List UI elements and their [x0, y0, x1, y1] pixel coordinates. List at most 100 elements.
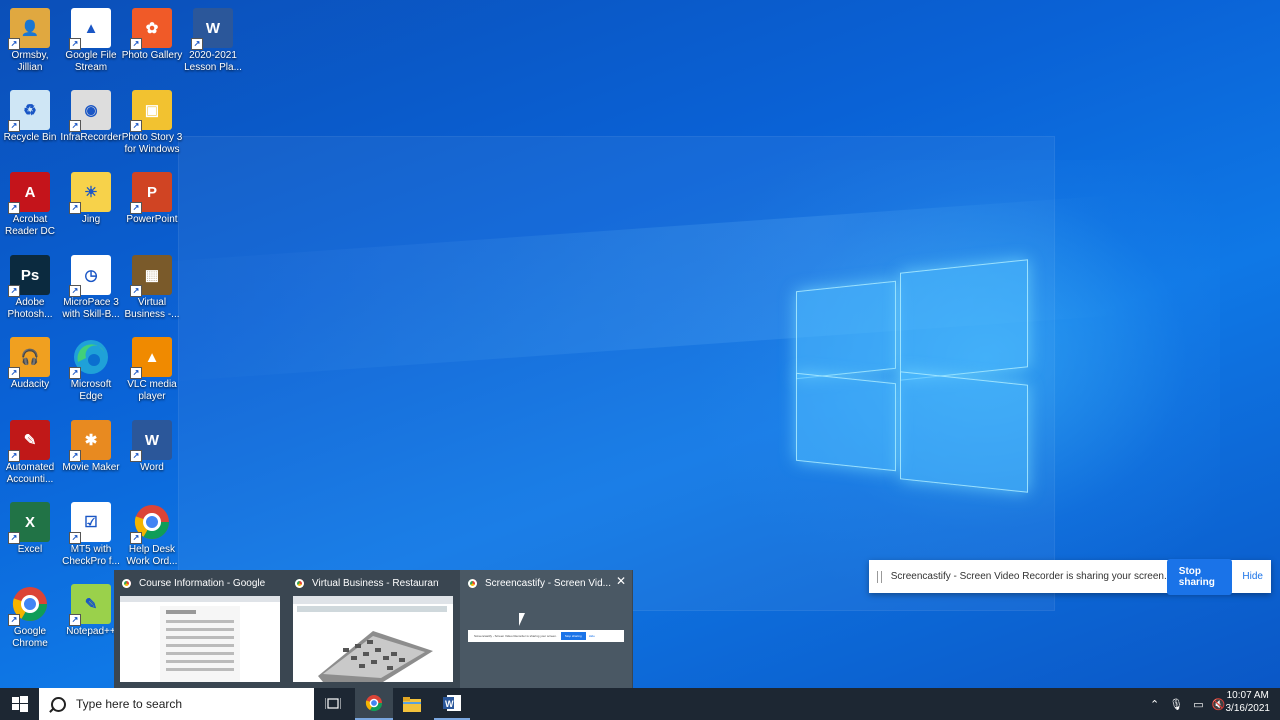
desktop-icon-label: VLC media player	[127, 379, 177, 402]
desktop-icon-label: Notepad++	[66, 626, 116, 637]
desktop-icon[interactable]: A ↗ Acrobat Reader DC	[0, 172, 60, 238]
desktop-icon[interactable]: 🎧 ↗ Audacity	[0, 337, 60, 391]
excel-icon: X ↗	[8, 502, 50, 544]
chrome-icon	[122, 578, 131, 588]
desktop-icon[interactable]: W ↗ Word	[122, 420, 182, 474]
recycle-bin-icon: ♻ ↗	[8, 90, 50, 132]
audacity-icon: 🎧 ↗	[8, 337, 50, 379]
desktop-icon-label: Google File Stream	[65, 50, 117, 73]
preview-virtual-business[interactable]: Virtual Business - Restaurant M...	[287, 570, 459, 688]
desktop-icon-label: Help Desk Work Ord...	[126, 544, 178, 567]
virtual-business-icon: ▦ ↗	[130, 255, 172, 297]
shortcut-arrow-icon: ↗	[8, 367, 20, 379]
shortcut-arrow-icon: ↗	[130, 120, 142, 132]
volume-muted-icon[interactable]: 🔇	[1212, 698, 1226, 711]
user-folder-icon: 👤 ↗	[8, 8, 50, 50]
network-icon[interactable]: ▭	[1193, 698, 1203, 711]
desktop-icon[interactable]: ▲ ↗ Google File Stream	[61, 8, 121, 74]
shortcut-arrow-icon: ↗	[69, 367, 81, 379]
chrome-taskbar-preview: Course Information - Google C... Virtual…	[114, 570, 633, 688]
desktop-icon[interactable]: X ↗ Excel	[0, 502, 60, 556]
stop-sharing-button[interactable]: Stop sharing	[1166, 558, 1233, 595]
desktop-icon[interactable]: ▦ ↗ Virtual Business -...	[122, 255, 182, 321]
chrome-icon	[295, 578, 304, 588]
acrobat-icon: A ↗	[8, 172, 50, 214]
desktop-icon[interactable]: ▲ ↗ VLC media player	[122, 337, 182, 403]
desktop-icon[interactable]: P ↗ PowerPoint	[122, 172, 182, 226]
desktop-icon[interactable]: ◷ ↗ MicroPace 3 with Skill-B...	[61, 255, 121, 321]
preview-thumbnail	[120, 596, 280, 682]
preview-thumbnail: Screencastify - Screen Video Recorder is…	[466, 596, 626, 682]
desktop-icon-label: Google Chrome	[12, 626, 48, 649]
shortcut-arrow-icon: ↗	[130, 285, 142, 297]
hide-button[interactable]: Hide	[1242, 571, 1263, 582]
task-view-icon	[325, 698, 341, 709]
desktop-icon-label: PowerPoint	[126, 214, 178, 225]
drag-handle-icon[interactable]	[877, 570, 882, 583]
desktop-icon[interactable]: ↗ Microsoft Edge	[61, 337, 121, 403]
desktop-icon-label: Photo Story 3 for Windows	[121, 132, 183, 155]
desktop-icon-label: Adobe Photosh...	[7, 297, 53, 320]
shortcut-arrow-icon: ↗	[8, 120, 20, 132]
search-placeholder: Type here to search	[76, 697, 183, 711]
powerpoint-icon: P ↗	[130, 172, 172, 214]
system-tray: ⌃ 🎙 ▭ 🔇	[1150, 688, 1225, 720]
desktop-icon[interactable]: ◉ ↗ InfraRecorder	[60, 90, 122, 144]
desktop-icon[interactable]: ✎ ↗ Automated Accounti...	[0, 420, 60, 486]
clock-date: 3/16/2021	[1225, 703, 1271, 714]
notepad-plus-plus-icon: ✎ ↗	[69, 584, 111, 626]
desktop-icon[interactable]: ☑ ↗ MT5 with CheckPro f...	[61, 502, 121, 568]
taskbar-file-explorer[interactable]	[395, 688, 429, 720]
windows-logo-icon	[11, 696, 28, 712]
taskbar-clock[interactable]: 10:07 AM 3/16/2021	[1226, 689, 1271, 715]
desktop-icon-label: Movie Maker	[62, 462, 120, 473]
shortcut-arrow-icon: ↗	[8, 532, 20, 544]
shortcut-arrow-icon: ↗	[8, 285, 20, 297]
shortcut-arrow-icon: ↗	[69, 38, 81, 50]
preview-screencastify[interactable]: Screencastify - Screen Vid... ✕ Screenca…	[460, 570, 632, 688]
desktop-icon-label: Audacity	[10, 379, 50, 390]
chrome-icon	[365, 695, 383, 712]
taskbar-chrome[interactable]	[355, 688, 393, 720]
desktop-icon-label: 2020-2021 Lesson Pla...	[184, 50, 242, 73]
task-view-button[interactable]	[318, 688, 348, 720]
desktop-icon[interactable]: ↗ Google Chrome	[0, 584, 60, 650]
desktop-icon[interactable]: W ↗ 2020-2021 Lesson Pla...	[183, 8, 243, 74]
taskbar-search-box[interactable]: Type here to search	[39, 688, 314, 720]
desktop-icon[interactable]: Ps ↗ Adobe Photosh...	[0, 255, 60, 321]
desktop-icon[interactable]: 👤 ↗ Ormsby, Jillian	[0, 8, 60, 74]
photo-story-icon: ▣ ↗	[130, 90, 172, 132]
shortcut-arrow-icon: ↗	[69, 450, 81, 462]
mini-hide-link: Hide	[588, 634, 595, 638]
chrome-icon: ↗	[8, 584, 50, 626]
desktop-icon[interactable]: ✱ ↗ Movie Maker	[61, 420, 121, 474]
shortcut-arrow-icon: ↗	[8, 614, 20, 626]
search-icon	[51, 696, 66, 712]
microphone-icon[interactable]: 🎙	[1169, 698, 1183, 711]
automated-accounting-icon: ✎ ↗	[8, 420, 50, 462]
preview-course-information[interactable]: Course Information - Google C...	[114, 570, 286, 688]
notification-text: Screencastify - Screen Video Recorder is…	[890, 571, 1167, 582]
desktop-icon-label: InfraRecorder	[60, 132, 122, 143]
desktop-icon-label: Virtual Business -...	[124, 297, 180, 320]
desktop-icon-label: Excel	[17, 544, 43, 555]
desktop-icon-label: Automated Accounti...	[5, 462, 55, 485]
desktop-icon[interactable]: ▣ ↗ Photo Story 3 for Windows	[122, 90, 182, 156]
word-document-icon: W ↗	[191, 8, 233, 50]
chevron-up-icon[interactable]: ⌃	[1150, 698, 1159, 711]
desktop-icon[interactable]: ♻ ↗ Recycle Bin	[0, 90, 60, 144]
desktop-icon[interactable]: ✿ ↗ Photo Gallery	[122, 8, 182, 62]
start-button[interactable]	[0, 688, 39, 720]
desktop-icon-label: Ormsby, Jillian	[11, 50, 49, 73]
desktop-icon[interactable]: ✎ ↗ Notepad++	[61, 584, 121, 638]
desktop-icon-label: Microsoft Edge	[70, 379, 112, 402]
desktop-icon[interactable]: ☀ ↗ Jing	[61, 172, 121, 226]
desktop-icon-label: MT5 with CheckPro f...	[62, 544, 120, 567]
taskbar-word[interactable]: W	[434, 688, 470, 720]
shortcut-arrow-icon: ↗	[69, 202, 81, 214]
close-icon[interactable]: ✕	[616, 574, 626, 588]
shortcut-arrow-icon: ↗	[69, 285, 81, 297]
desktop-icon-label: Acrobat Reader DC	[4, 214, 56, 237]
desktop-icon-label: Jing	[81, 214, 101, 225]
desktop-icon[interactable]: ↗ Help Desk Work Ord...	[122, 502, 182, 568]
